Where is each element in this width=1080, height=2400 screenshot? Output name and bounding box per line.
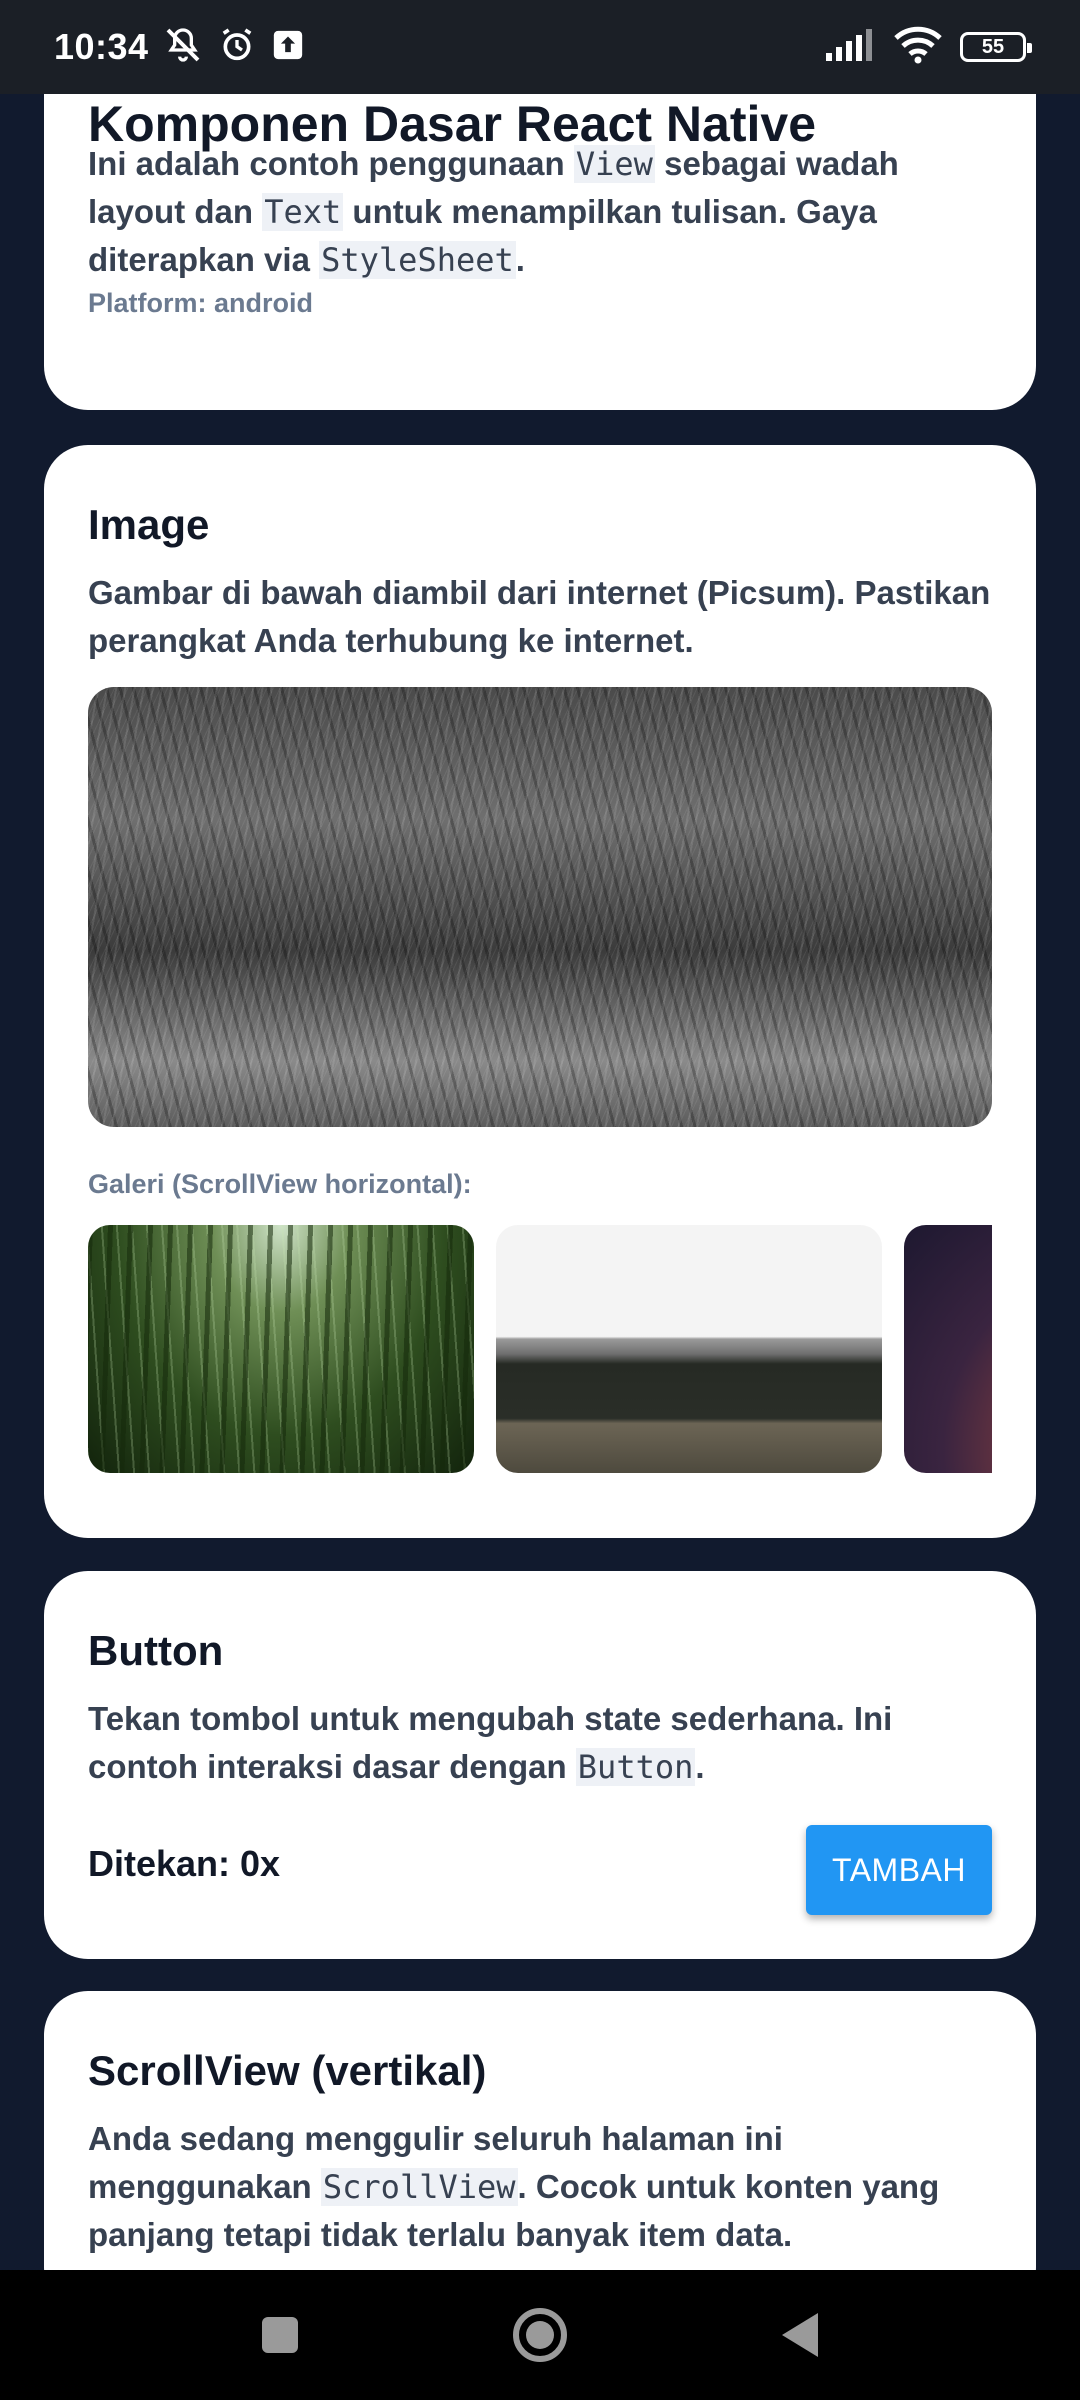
card-image: Image Gambar di bawah diambil dari inter…: [44, 445, 1036, 1538]
text-span: .: [515, 241, 525, 278]
clock: 10:34: [54, 26, 149, 67]
card-button-title: Button: [88, 1627, 224, 1674]
text-span: .: [695, 1748, 705, 1785]
card-button-description: Tekan tombol untuk mengubah state sederh…: [88, 1695, 992, 1791]
text-span: Tekan tombol untuk mengubah state sederh…: [88, 1700, 893, 1785]
code-scrollview: ScrollView: [320, 2168, 518, 2206]
card-scrollview: ScrollView (vertikal) Anda sedang menggu…: [44, 1991, 1036, 2270]
screen: 10:34 55 Komponen Dasar React Native Ini…: [0, 0, 1080, 2400]
upload-icon: [271, 28, 305, 67]
card-basics-description: Ini adalah contoh penggunaan View sebaga…: [88, 140, 992, 284]
add-button[interactable]: TAMBAH: [806, 1825, 992, 1915]
back-icon[interactable]: [770, 2305, 830, 2365]
status-right: 55: [826, 26, 1032, 69]
code-stylesheet: StyleSheet: [319, 241, 516, 279]
status-bar: 10:34 55: [0, 0, 1080, 94]
gallery-photo-bamboo: [88, 1225, 474, 1473]
battery-icon: 55: [960, 32, 1032, 62]
home-icon[interactable]: [510, 2305, 570, 2365]
card-scrollview-title: ScrollView (vertikal): [88, 2047, 487, 2094]
recents-icon[interactable]: [250, 2305, 310, 2365]
code-view: View: [573, 145, 655, 183]
gallery-photo-night-sky: [904, 1225, 992, 1473]
card-image-title: Image: [88, 501, 210, 548]
scroll-view[interactable]: Komponen Dasar React Native Ini adalah c…: [0, 0, 1080, 2270]
press-counter: Ditekan: 0x: [88, 1843, 281, 1884]
navigation-bar: [0, 2270, 1080, 2400]
card-scrollview-description: Anda sedang menggulir seluruh halaman in…: [88, 2115, 992, 2259]
platform-label: Platform: android: [88, 288, 314, 318]
card-image-description: Gambar di bawah diambil dari internet (P…: [88, 574, 991, 659]
signal-icon: [826, 28, 876, 66]
code-button: Button: [575, 1748, 696, 1786]
status-left: 10:34: [54, 25, 305, 70]
horizontal-gallery[interactable]: [88, 1225, 992, 1473]
alarm-icon: [217, 25, 257, 70]
wifi-icon: [894, 26, 942, 69]
code-text: Text: [262, 193, 344, 231]
text-span: Ini adalah contoh penggunaan: [88, 145, 574, 182]
battery-level: 55: [981, 35, 1005, 58]
grass-photo: [88, 687, 992, 1127]
gallery-label: Galeri (ScrollView horizontal):: [88, 1169, 472, 1199]
gallery-photo-hills: [496, 1225, 882, 1473]
card-button: Button Tekan tombol untuk mengubah state…: [44, 1571, 1036, 1959]
mute-icon: [163, 25, 203, 70]
